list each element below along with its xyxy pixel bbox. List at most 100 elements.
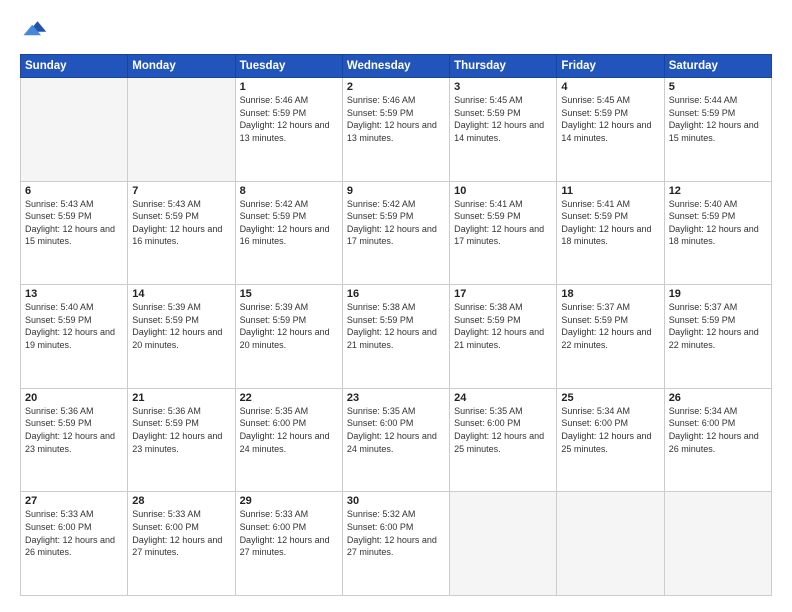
calendar-cell: [21, 78, 128, 182]
weekday-header-thursday: Thursday: [450, 55, 557, 78]
calendar-cell: 25Sunrise: 5:34 AM Sunset: 6:00 PM Dayli…: [557, 388, 664, 492]
weekday-header-saturday: Saturday: [664, 55, 771, 78]
weekday-header-tuesday: Tuesday: [235, 55, 342, 78]
calendar-cell: 7Sunrise: 5:43 AM Sunset: 5:59 PM Daylig…: [128, 181, 235, 285]
day-number: 2: [347, 81, 445, 93]
calendar-cell: 9Sunrise: 5:42 AM Sunset: 5:59 PM Daylig…: [342, 181, 449, 285]
day-number: 1: [240, 81, 338, 93]
day-info: Sunrise: 5:44 AM Sunset: 5:59 PM Dayligh…: [669, 94, 767, 144]
day-info: Sunrise: 5:33 AM Sunset: 6:00 PM Dayligh…: [132, 508, 230, 558]
day-info: Sunrise: 5:36 AM Sunset: 5:59 PM Dayligh…: [132, 405, 230, 455]
calendar-cell: 20Sunrise: 5:36 AM Sunset: 5:59 PM Dayli…: [21, 388, 128, 492]
calendar-cell: 17Sunrise: 5:38 AM Sunset: 5:59 PM Dayli…: [450, 285, 557, 389]
calendar-body: 1 Sunrise: 5:46 AM Sunset: 5:59 PM Daylig…: [21, 78, 772, 596]
weekday-header-row: SundayMondayTuesdayWednesdayThursdayFrid…: [21, 55, 772, 78]
day-info: Sunrise: 5:42 AM Sunset: 5:59 PM Dayligh…: [240, 198, 338, 248]
day-info: Sunrise: 5:46 AM Sunset: 5:59 PM Dayligh…: [347, 94, 445, 144]
calendar-cell: 13Sunrise: 5:40 AM Sunset: 5:59 PM Dayli…: [21, 285, 128, 389]
day-info: Sunrise: 5:43 AM Sunset: 5:59 PM Dayligh…: [132, 198, 230, 248]
calendar-cell: 29Sunrise: 5:33 AM Sunset: 6:00 PM Dayli…: [235, 492, 342, 596]
day-info: Sunrise: 5:34 AM Sunset: 6:00 PM Dayligh…: [669, 405, 767, 455]
weekday-header-sunday: Sunday: [21, 55, 128, 78]
day-info: Sunrise: 5:45 AM Sunset: 5:59 PM Dayligh…: [561, 94, 659, 144]
day-info: Sunrise: 5:35 AM Sunset: 6:00 PM Dayligh…: [347, 405, 445, 455]
calendar-cell: [664, 492, 771, 596]
day-number: 8: [240, 185, 338, 197]
weekday-header-monday: Monday: [128, 55, 235, 78]
calendar-cell: 5Sunrise: 5:44 AM Sunset: 5:59 PM Daylig…: [664, 78, 771, 182]
calendar-cell: 6Sunrise: 5:43 AM Sunset: 5:59 PM Daylig…: [21, 181, 128, 285]
day-info: Sunrise: 5:37 AM Sunset: 5:59 PM Dayligh…: [669, 301, 767, 351]
day-number: 29: [240, 495, 338, 507]
calendar-cell: 15Sunrise: 5:39 AM Sunset: 5:59 PM Dayli…: [235, 285, 342, 389]
day-number: 17: [454, 288, 552, 300]
day-info: Sunrise: 5:34 AM Sunset: 6:00 PM Dayligh…: [561, 405, 659, 455]
day-info: Sunrise: 5:35 AM Sunset: 6:00 PM Dayligh…: [454, 405, 552, 455]
calendar-cell: 28Sunrise: 5:33 AM Sunset: 6:00 PM Dayli…: [128, 492, 235, 596]
weekday-header-wednesday: Wednesday: [342, 55, 449, 78]
calendar-cell: 19Sunrise: 5:37 AM Sunset: 5:59 PM Dayli…: [664, 285, 771, 389]
day-info: Sunrise: 5:38 AM Sunset: 5:59 PM Dayligh…: [454, 301, 552, 351]
weekday-header-friday: Friday: [557, 55, 664, 78]
day-number: 9: [347, 185, 445, 197]
day-number: 26: [669, 392, 767, 404]
day-info: Sunrise: 5:32 AM Sunset: 6:00 PM Dayligh…: [347, 508, 445, 558]
calendar-cell: 16Sunrise: 5:38 AM Sunset: 5:59 PM Dayli…: [342, 285, 449, 389]
week-row-3: 13Sunrise: 5:40 AM Sunset: 5:59 PM Dayli…: [21, 285, 772, 389]
calendar-cell: 14Sunrise: 5:39 AM Sunset: 5:59 PM Dayli…: [128, 285, 235, 389]
day-number: 19: [669, 288, 767, 300]
day-number: 23: [347, 392, 445, 404]
calendar-cell: 23Sunrise: 5:35 AM Sunset: 6:00 PM Dayli…: [342, 388, 449, 492]
day-number: 6: [25, 185, 123, 197]
calendar-cell: 3Sunrise: 5:45 AM Sunset: 5:59 PM Daylig…: [450, 78, 557, 182]
logo: [20, 16, 50, 44]
day-number: 21: [132, 392, 230, 404]
day-info: Sunrise: 5:37 AM Sunset: 5:59 PM Dayligh…: [561, 301, 659, 351]
day-number: 14: [132, 288, 230, 300]
day-info: Sunrise: 5:45 AM Sunset: 5:59 PM Dayligh…: [454, 94, 552, 144]
week-row-2: 6Sunrise: 5:43 AM Sunset: 5:59 PM Daylig…: [21, 181, 772, 285]
calendar-cell: [557, 492, 664, 596]
calendar-cell: 4Sunrise: 5:45 AM Sunset: 5:59 PM Daylig…: [557, 78, 664, 182]
calendar-cell: 18Sunrise: 5:37 AM Sunset: 5:59 PM Dayli…: [557, 285, 664, 389]
day-info: Sunrise: 5:39 AM Sunset: 5:59 PM Dayligh…: [132, 301, 230, 351]
day-number: 15: [240, 288, 338, 300]
day-info: Sunrise: 5:40 AM Sunset: 5:59 PM Dayligh…: [25, 301, 123, 351]
calendar-cell: [450, 492, 557, 596]
calendar-cell: 21Sunrise: 5:36 AM Sunset: 5:59 PM Dayli…: [128, 388, 235, 492]
week-row-1: 1 Sunrise: 5:46 AM Sunset: 5:59 PM Daylig…: [21, 78, 772, 182]
calendar-cell: [128, 78, 235, 182]
day-info: Sunrise: 5:38 AM Sunset: 5:59 PM Dayligh…: [347, 301, 445, 351]
page: SundayMondayTuesdayWednesdayThursdayFrid…: [0, 0, 792, 612]
calendar-cell: 10Sunrise: 5:41 AM Sunset: 5:59 PM Dayli…: [450, 181, 557, 285]
calendar-cell: 1Sunrise: 5:46 AM Sunset: 5:59 PM Daylig…: [235, 78, 342, 182]
day-info: Sunrise: 5:36 AM Sunset: 5:59 PM Dayligh…: [25, 405, 123, 455]
calendar-cell: 27Sunrise: 5:33 AM Sunset: 6:00 PM Dayli…: [21, 492, 128, 596]
logo-icon: [20, 16, 48, 44]
day-info: Sunrise: 5:33 AM Sunset: 6:00 PM Dayligh…: [240, 508, 338, 558]
day-number: 30: [347, 495, 445, 507]
day-number: 13: [25, 288, 123, 300]
week-row-4: 20Sunrise: 5:36 AM Sunset: 5:59 PM Dayli…: [21, 388, 772, 492]
calendar-cell: 11Sunrise: 5:41 AM Sunset: 5:59 PM Dayli…: [557, 181, 664, 285]
calendar-table: SundayMondayTuesdayWednesdayThursdayFrid…: [20, 54, 772, 596]
day-number: 4: [561, 81, 659, 93]
day-info: Sunrise: 5:41 AM Sunset: 5:59 PM Dayligh…: [454, 198, 552, 248]
day-number: 18: [561, 288, 659, 300]
calendar-cell: 2Sunrise: 5:46 AM Sunset: 5:59 PM Daylig…: [342, 78, 449, 182]
day-number: 20: [25, 392, 123, 404]
day-info: Sunrise: 5:39 AM Sunset: 5:59 PM Dayligh…: [240, 301, 338, 351]
day-info: Sunrise: 5:41 AM Sunset: 5:59 PM Dayligh…: [561, 198, 659, 248]
week-row-5: 27Sunrise: 5:33 AM Sunset: 6:00 PM Dayli…: [21, 492, 772, 596]
calendar-cell: 8Sunrise: 5:42 AM Sunset: 5:59 PM Daylig…: [235, 181, 342, 285]
day-number: 7: [132, 185, 230, 197]
day-number: 3: [454, 81, 552, 93]
day-number: 11: [561, 185, 659, 197]
day-number: 22: [240, 392, 338, 404]
day-info: Sunrise: 5:43 AM Sunset: 5:59 PM Dayligh…: [25, 198, 123, 248]
calendar-cell: 24Sunrise: 5:35 AM Sunset: 6:00 PM Dayli…: [450, 388, 557, 492]
day-info: Sunrise: 5:42 AM Sunset: 5:59 PM Dayligh…: [347, 198, 445, 248]
day-number: 10: [454, 185, 552, 197]
calendar-cell: 22Sunrise: 5:35 AM Sunset: 6:00 PM Dayli…: [235, 388, 342, 492]
calendar-cell: 26Sunrise: 5:34 AM Sunset: 6:00 PM Dayli…: [664, 388, 771, 492]
